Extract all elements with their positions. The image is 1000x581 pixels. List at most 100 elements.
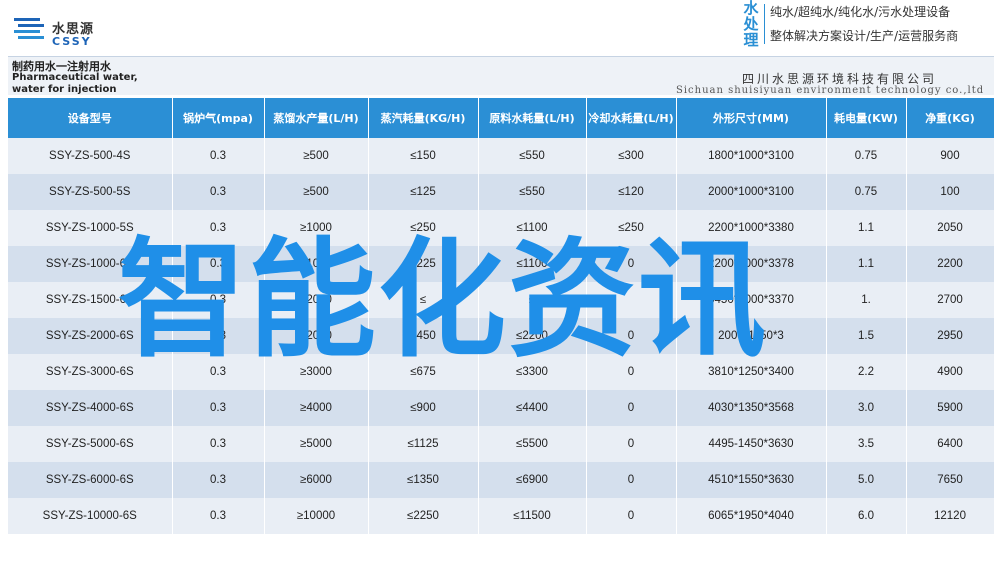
model-cell: SSY-ZS-5000-6S <box>8 426 173 462</box>
table-cell: ≤2200 <box>478 318 587 354</box>
tagline-products: 纯水/超纯水/纯化水/污水处理设备 <box>770 5 951 19</box>
table-cell: ≥2000 <box>264 282 369 318</box>
table-cell: 2000*1150*3 <box>676 318 827 354</box>
table-cell: 3.0 <box>826 390 907 426</box>
table-row: SSY-ZS-1500-6S 0.3 ≥2000 ≤ ≤3450*1000*3370 1.… <box>8 282 995 318</box>
table-cell: ≤ <box>368 282 479 318</box>
table-cell: 0 <box>586 426 677 462</box>
table-cell: 1. <box>826 282 907 318</box>
table-cell: 2700 <box>906 282 995 318</box>
table-row: SSY-ZS-500-4S 0.3 ≥500 ≤150 ≤550 ≤300 1800*100… <box>8 138 995 174</box>
brand-char: 理 <box>743 31 759 49</box>
table-cell: 0.3 <box>172 318 265 354</box>
column-header: 外形尺寸(MM) <box>676 98 827 138</box>
table-cell: ≤1350 <box>368 462 479 498</box>
table-cell: 0.3 <box>172 426 265 462</box>
table-row: SSY-ZS-1000-6S 0.3 ≥1000 ≤225 ≤1100 0 2200*100… <box>8 246 995 282</box>
model-cell: SSY-ZS-1500-6S <box>8 282 173 318</box>
table-cell: ≤550 <box>478 174 587 210</box>
table-cell: 2200 <box>906 246 995 282</box>
table-cell: ≤1125 <box>368 426 479 462</box>
table-cell: ≤5500 <box>478 426 587 462</box>
table-cell: ≤675 <box>368 354 479 390</box>
logo-mark-icon <box>14 18 44 39</box>
table-cell: 0 <box>586 246 677 282</box>
spec-table: 设备型号 锅炉气(mpa) 蒸馏水产量(L/H) 蒸汽耗量(KG/H) 原料水耗量(L/… <box>8 98 995 534</box>
model-cell: SSY-ZS-500-5S <box>8 174 173 210</box>
table-cell: ≤225 <box>368 246 479 282</box>
table-cell: ≤120 <box>586 174 677 210</box>
model-cell: SSY-ZS-1000-5S <box>8 210 173 246</box>
table-cell: 2950 <box>906 318 995 354</box>
table-cell: 0.75 <box>826 174 907 210</box>
brand-divider <box>764 4 765 44</box>
table-cell: ≥1000 <box>264 246 369 282</box>
table-row: SSY-ZS-3000-6S 0.3 ≥3000 ≤675 ≤3300 0 3810*125… <box>8 354 995 390</box>
table-cell: 5.0 <box>826 462 907 498</box>
column-header: 原料水耗量(L/H) <box>478 98 587 138</box>
table-cell: ≤250 <box>368 210 479 246</box>
table-cell: ≤250 <box>586 210 677 246</box>
table-cell: ≥1000 <box>264 210 369 246</box>
table-cell: 100 <box>906 174 995 210</box>
table-cell: 7650 <box>906 462 995 498</box>
table-cell: 0.3 <box>172 138 265 174</box>
table-row: SSY-ZS-5000-6S 0.3 ≥5000 ≤1125 ≤5500 0 4495-14… <box>8 426 995 462</box>
table-cell: ≤900 <box>368 390 479 426</box>
table-body: SSY-ZS-500-4S 0.3 ≥500 ≤150 ≤550 ≤300 1800*100… <box>8 138 995 534</box>
table-cell: 3450*1000*3370 <box>676 282 827 318</box>
model-cell: SSY-ZS-3000-6S <box>8 354 173 390</box>
table-row: SSY-ZS-6000-6S 0.3 ≥6000 ≤1350 ≤6900 0 4510*15… <box>8 462 995 498</box>
table-cell: ≤450 <box>368 318 479 354</box>
table-cell: ≤300 <box>586 138 677 174</box>
table-cell: 0.3 <box>172 462 265 498</box>
brand-char: 水 <box>743 0 759 17</box>
table-cell: 2200*1000*3380 <box>676 210 827 246</box>
table-cell: 12120 <box>906 498 995 534</box>
table-row: SSY-ZS-1000-5S 0.3 ≥1000 ≤250 ≤1100 ≤250 2200*… <box>8 210 995 246</box>
table-cell: 0.3 <box>172 354 265 390</box>
column-header: 设备型号 <box>8 98 173 138</box>
table-cell: ≤550 <box>478 138 587 174</box>
table-cell: 3.5 <box>826 426 907 462</box>
table-row: SSY-ZS-10000-6S 0.3 ≥10000 ≤2250 ≤11500 0 6065… <box>8 498 995 534</box>
model-cell: SSY-ZS-10000-6S <box>8 498 173 534</box>
table-cell: 1.1 <box>826 246 907 282</box>
table-cell: 0.3 <box>172 174 265 210</box>
table-cell: 0.3 <box>172 498 265 534</box>
table-cell: 0 <box>586 390 677 426</box>
table-cell: 0.3 <box>172 210 265 246</box>
table-cell: 0 <box>586 318 677 354</box>
category-title-en: Pharmaceutical water, water for injectio… <box>12 72 138 95</box>
column-header: 蒸汽耗量(KG/H) <box>368 98 479 138</box>
table-cell: ≥6000 <box>264 462 369 498</box>
page-header: 水思源 CSSY 水 处 理 纯水/超纯水/纯化水/污水处理设备 整体解决方案设… <box>0 0 1000 56</box>
table-cell: 4900 <box>906 354 995 390</box>
table-cell: 2.2 <box>826 354 907 390</box>
table-cell: 6400 <box>906 426 995 462</box>
table-cell: 4030*1350*3568 <box>676 390 827 426</box>
model-cell: SSY-ZS-2000-6S <box>8 318 173 354</box>
table-cell: ≤11500 <box>478 498 587 534</box>
table-cell: 0 <box>586 498 677 534</box>
table-cell: ≥3000 <box>264 354 369 390</box>
table-cell: ≤1100 <box>478 210 587 246</box>
table-cell: 2050 <box>906 210 995 246</box>
table-cell: 0 <box>586 462 677 498</box>
brand-char: 处 <box>743 15 759 33</box>
column-header: 冷却水耗量(L/H) <box>586 98 677 138</box>
table-cell: 1.1 <box>826 210 907 246</box>
table-cell: ≥4000 <box>264 390 369 426</box>
table-cell <box>586 282 677 318</box>
table-cell: 5900 <box>906 390 995 426</box>
table-cell: 0.3 <box>172 282 265 318</box>
model-cell: SSY-ZS-4000-6S <box>8 390 173 426</box>
column-header: 净重(KG) <box>906 98 995 138</box>
table-cell: ≤1100 <box>478 246 587 282</box>
company-logo[interactable]: 水思源 CSSY <box>10 10 160 50</box>
table-cell: 0 <box>586 354 677 390</box>
table-cell: 900 <box>906 138 995 174</box>
table-cell: ≥2000 <box>264 318 369 354</box>
column-header: 耗电量(KW) <box>826 98 907 138</box>
table-cell: 3810*1250*3400 <box>676 354 827 390</box>
